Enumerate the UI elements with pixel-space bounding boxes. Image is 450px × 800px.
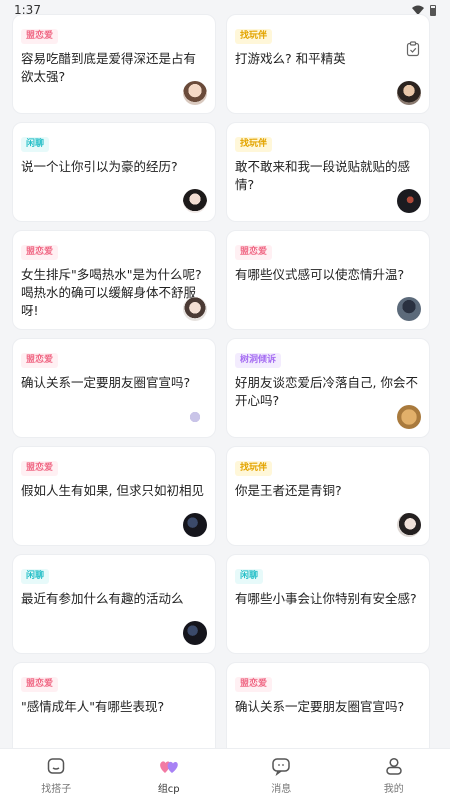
post-tag: 闲聊 [235, 569, 264, 584]
user-avatar[interactable] [183, 405, 207, 429]
user-avatar[interactable] [397, 297, 421, 321]
tab-label: 我的 [383, 783, 404, 795]
post-tag: 盟恋爱 [21, 353, 59, 368]
post-title: 有哪些小事会让你特别有安全感? [235, 591, 417, 606]
post-tag: 闲聊 [21, 569, 50, 584]
post-title: 打游戏么? 和平精英 [235, 51, 346, 66]
user-avatar[interactable] [397, 405, 421, 429]
post-title: 确认关系一定要朋友圈官宣吗? [21, 375, 191, 390]
user-avatar[interactable] [183, 513, 207, 537]
post-card-grid: 盟恋爱 容易吃醋到底是爱得深还是占有欲太强? 找玩伴 打游戏么? 和平精英 闲聊… [0, 14, 450, 748]
post-tag: 闲聊 [21, 137, 50, 152]
post-card[interactable]: 盟恋爱 确认关系一定要朋友圈官宣吗? [12, 338, 216, 438]
post-title: 好朋友谈恋爱后冷落自己, 你会不开心吗? [235, 375, 418, 408]
post-title: 你是王者还是青铜? [235, 483, 342, 498]
post-tag: 树洞倾诉 [235, 353, 282, 368]
post-title: 敢不敢来和我一段说贴就贴的感情? [235, 159, 411, 192]
post-card[interactable]: 树洞倾诉 好朋友谈恋爱后冷落自己, 你会不开心吗? [226, 338, 430, 438]
tab-profile[interactable]: 我的 [338, 749, 450, 800]
post-title: 容易吃醋到底是爱得深还是占有欲太强? [21, 51, 197, 84]
post-title: 假如人生有如果, 但求只如初相见 [21, 483, 204, 498]
bottom-tab-bar: 找搭子 组cp 消息 我的 [0, 748, 450, 800]
user-avatar[interactable] [183, 297, 207, 321]
post-tag: 找玩伴 [235, 137, 273, 152]
post-title: 有哪些仪式感可以使恋情升温? [235, 267, 405, 282]
post-title: 说一个让你引以为豪的经历? [21, 159, 178, 174]
home-icon [48, 757, 65, 774]
post-card[interactable]: 盟恋爱 假如人生有如果, 但求只如初相见 [12, 446, 216, 546]
user-avatar[interactable] [397, 189, 421, 213]
post-card[interactable]: 盟恋爱 容易吃醋到底是爱得深还是占有欲太强? [12, 14, 216, 114]
message-icon [272, 757, 290, 776]
tab-find-partner[interactable]: 找搭子 [0, 749, 113, 800]
post-tag: 盟恋爱 [21, 29, 59, 44]
post-card[interactable]: 找玩伴 你是王者还是青铜? [226, 446, 430, 546]
post-card[interactable]: 盟恋爱 确认关系一定要朋友圈官宣吗? [226, 662, 430, 748]
post-title: 确认关系一定要朋友圈官宣吗? [235, 699, 405, 714]
post-title: "感情成年人"有哪些表现? [21, 699, 165, 714]
tab-form-cp[interactable]: 组cp [113, 749, 226, 800]
post-card[interactable]: 盟恋爱 有哪些仪式感可以使恋情升温? [226, 230, 430, 330]
post-tag: 找玩伴 [235, 461, 273, 476]
post-tag: 找玩伴 [235, 29, 273, 44]
post-card[interactable]: 闲聊 最近有参加什么有趣的活动么 [12, 554, 216, 654]
tab-label: 组cp [157, 783, 180, 795]
post-title: 最近有参加什么有趣的活动么 [21, 591, 184, 606]
user-avatar[interactable] [183, 621, 207, 645]
post-tag: 盟恋爱 [235, 245, 273, 260]
post-card[interactable]: 闲聊 说一个让你引以为豪的经历? [12, 122, 216, 222]
app-screen: 1:37 盟恋爱 容易吃醋到底是爱得深还是占有欲太强? 找玩伴 打游戏么? 和平… [0, 0, 450, 800]
profile-icon [386, 757, 402, 775]
post-tag: 盟恋爱 [21, 245, 59, 260]
post-card[interactable]: 盟恋爱 "感情成年人"有哪些表现? [12, 662, 216, 748]
post-tag: 盟恋爱 [21, 461, 59, 476]
post-title: 女生排斥"多喝热水"是为什么呢? 喝热水的确可以缓解身体不舒服呀! [21, 267, 202, 318]
post-tag: 盟恋爱 [235, 677, 273, 692]
post-tag: 盟恋爱 [21, 677, 59, 692]
post-card[interactable]: 闲聊 有哪些小事会让你特别有安全感? [226, 554, 430, 654]
user-avatar[interactable] [397, 513, 421, 537]
post-card[interactable]: 找玩伴 打游戏么? 和平精英 [226, 14, 430, 114]
tab-label: 找搭子 [41, 783, 72, 795]
post-card[interactable]: 找玩伴 敢不敢来和我一段说贴就贴的感情? [226, 122, 430, 222]
user-avatar[interactable] [183, 81, 207, 105]
hearts-icon [159, 760, 178, 773]
post-card[interactable]: 盟恋爱 女生排斥"多喝热水"是为什么呢? 喝热水的确可以缓解身体不舒服呀! [12, 230, 216, 330]
tab-label: 消息 [271, 783, 292, 795]
tab-messages[interactable]: 消息 [225, 749, 338, 800]
user-avatar[interactable] [183, 189, 207, 213]
clipboard-icon[interactable] [405, 41, 421, 57]
user-avatar[interactable] [397, 81, 421, 105]
